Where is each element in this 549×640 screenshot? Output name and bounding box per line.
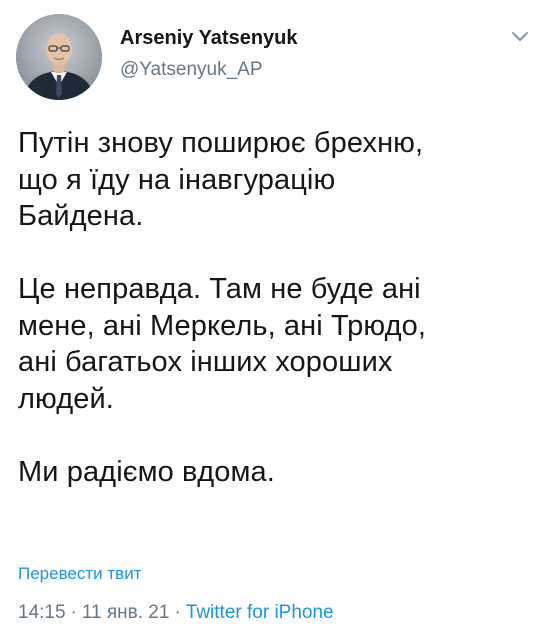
chevron-down-icon[interactable] xyxy=(510,30,530,44)
meta-separator: · xyxy=(70,602,77,623)
meta-separator: · xyxy=(174,602,181,623)
author-display-name[interactable]: Arseniy Yatsenyuk xyxy=(120,26,298,50)
tweet-time[interactable]: 14:15 xyxy=(18,602,66,623)
profile-photo-icon xyxy=(16,14,102,100)
tweet-client-link[interactable]: Twitter for iPhone xyxy=(186,602,334,623)
tweet-card: Arseniy Yatsenyuk @Yatsenyuk_AP Путін зн… xyxy=(0,0,549,640)
tweet-text: Путін знову поширює брехню, що я їду на … xyxy=(18,127,427,488)
tweet-date[interactable]: 11 янв. 21 xyxy=(82,602,170,623)
avatar[interactable] xyxy=(16,14,102,100)
author-block[interactable]: Arseniy Yatsenyuk @Yatsenyuk_AP xyxy=(120,26,298,82)
tweet-meta: 14:15 · 11 янв. 21 · Twitter for iPhone xyxy=(18,601,334,625)
author-handle[interactable]: @Yatsenyuk_AP xyxy=(120,58,298,82)
translate-link[interactable]: Перевести твит xyxy=(18,563,141,585)
